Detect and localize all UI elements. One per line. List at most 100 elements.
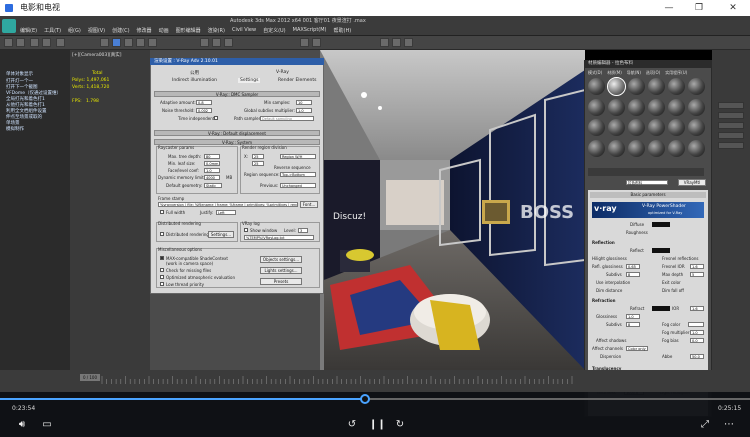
mat-menu-item[interactable]: 导航(N) xyxy=(627,70,641,76)
justify-dropdown[interactable]: Left xyxy=(216,210,236,215)
material-slot[interactable] xyxy=(688,98,705,116)
dist-checkbox[interactable] xyxy=(160,232,164,236)
command-panel-button[interactable] xyxy=(718,102,744,109)
noise-threshold-field[interactable]: 0.002 xyxy=(196,108,212,113)
time-independent-checkbox[interactable] xyxy=(214,116,218,120)
angle-snap-icon[interactable] xyxy=(212,38,221,47)
material-slot[interactable] xyxy=(648,78,665,95)
low-thread-checkbox[interactable] xyxy=(160,282,164,286)
tab-vray[interactable]: V-Ray xyxy=(276,70,289,75)
max-logo-icon[interactable] xyxy=(2,19,16,33)
material-editor-icon[interactable] xyxy=(380,38,389,47)
frame-stamp-field[interactable]: %vrayversion | file: %filename | frame: … xyxy=(158,202,298,207)
optimized-atmo-checkbox[interactable] xyxy=(160,275,164,279)
fresnel-ior-field[interactable]: 1.6 xyxy=(690,264,704,269)
lights-settings-button[interactable]: Lights settings... xyxy=(260,267,302,274)
rewind-10-icon[interactable]: ↺ xyxy=(345,419,359,431)
mat-menu-item[interactable]: 模式(D) xyxy=(588,70,602,76)
path-sampler-dropdown[interactable]: Default sampling xyxy=(260,116,314,121)
material-slot[interactable] xyxy=(608,119,625,136)
menu-graph-editors[interactable]: 图形编辑器 xyxy=(176,27,201,35)
percent-snap-icon[interactable] xyxy=(224,38,233,47)
fog-bias-field[interactable]: 0.0 xyxy=(690,338,704,343)
max-depth-field[interactable]: 5 xyxy=(690,272,704,277)
material-slot[interactable] xyxy=(648,119,665,136)
subdivs-field[interactable]: 8 xyxy=(626,272,640,277)
material-slot[interactable] xyxy=(688,119,705,136)
objects-settings-button[interactable]: Objects settings... xyxy=(260,256,302,263)
max-compat-checkbox[interactable] xyxy=(160,256,164,260)
select-region-icon[interactable] xyxy=(112,38,121,47)
tab-render-elements[interactable]: Render Elements xyxy=(278,78,316,83)
material-slot[interactable] xyxy=(628,119,645,136)
material-slot[interactable] xyxy=(608,98,625,116)
menu-edit[interactable]: 编辑(E) xyxy=(20,27,37,35)
align-icon[interactable] xyxy=(312,38,321,47)
menu-maxscript[interactable]: MAXScript(M) xyxy=(293,27,327,35)
command-panel-button[interactable] xyxy=(718,122,744,129)
region-mode-dropdown[interactable]: Region W/H xyxy=(280,154,316,159)
material-slot[interactable] xyxy=(588,98,605,116)
region-x-field[interactable]: 25 xyxy=(252,154,264,159)
abbe-field[interactable]: 50.0 xyxy=(690,354,704,359)
material-slot[interactable] xyxy=(688,78,705,95)
region-y-field[interactable]: 25 xyxy=(252,161,264,166)
material-slot[interactable] xyxy=(648,139,665,157)
select-icon[interactable] xyxy=(100,38,109,47)
menu-views[interactable]: 视图(V) xyxy=(88,27,105,35)
mat-menu-item[interactable]: 材质(M) xyxy=(607,70,622,76)
dyn-mem-field[interactable]: 4000 xyxy=(204,175,220,180)
pause-icon[interactable]: ❙❙ xyxy=(369,419,386,431)
left-item[interactable]: 单体对象显示 xyxy=(6,71,33,77)
fullscreen-icon[interactable]: ⤢ xyxy=(698,419,712,431)
link-icon[interactable] xyxy=(30,38,39,47)
region-sequence-dropdown[interactable]: Top->Bottom xyxy=(280,172,316,177)
dmc-sampler-header[interactable]: V-Ray:: DMC Sampler xyxy=(154,91,320,97)
glossiness-field[interactable]: 1.0 xyxy=(626,314,640,319)
min-samples-field[interactable]: 10 xyxy=(296,100,312,105)
menu-group[interactable]: 组(G) xyxy=(68,27,81,35)
menu-tools[interactable]: 工具(T) xyxy=(44,27,61,35)
volume-icon[interactable]: 🔊︎ xyxy=(15,419,29,431)
ior-field[interactable]: 1.6 xyxy=(690,306,704,311)
material-slot[interactable] xyxy=(648,98,665,116)
material-slot[interactable] xyxy=(628,78,645,95)
forward-30-icon[interactable]: ↻ xyxy=(393,419,407,431)
move-icon[interactable] xyxy=(124,38,133,47)
timeline-ruler[interactable] xyxy=(100,376,580,384)
minimize-button[interactable]: — xyxy=(660,0,678,16)
command-panel-button[interactable] xyxy=(718,112,744,119)
close-button[interactable]: ✕ xyxy=(724,0,742,16)
default-geometry-dropdown[interactable]: Static xyxy=(204,183,222,188)
rotate-icon[interactable] xyxy=(136,38,145,47)
font-button[interactable]: Font... xyxy=(300,201,318,208)
dist-settings-button[interactable]: Settings... xyxy=(208,231,234,238)
previous-dropdown[interactable]: Unchanged xyxy=(280,183,316,188)
snap-icon[interactable] xyxy=(200,38,209,47)
left-item[interactable]: 模拟制作 xyxy=(6,126,24,132)
presets-button[interactable]: Presets xyxy=(260,278,302,285)
render-setup-icon[interactable] xyxy=(392,38,401,47)
menu-rendering[interactable]: 渲染(R) xyxy=(208,27,225,35)
mat-menu-item[interactable]: 选项(O) xyxy=(646,70,660,76)
render-icon[interactable] xyxy=(404,38,413,47)
fog-color-swatch[interactable] xyxy=(688,322,704,327)
menu-animation[interactable]: 动画 xyxy=(159,27,169,35)
tab-settings[interactable]: Settings xyxy=(238,78,261,83)
more-icon[interactable]: ⋯ xyxy=(722,419,736,431)
show-window-checkbox[interactable] xyxy=(244,228,248,232)
material-slot[interactable] xyxy=(628,98,645,116)
reflect-color-swatch[interactable] xyxy=(652,248,670,253)
menu-modifiers[interactable]: 修改器 xyxy=(137,27,152,35)
mat-menu-item[interactable]: 实用程序(U) xyxy=(665,70,687,76)
viewport-label[interactable]: [+][Camera003][真实] xyxy=(72,52,122,58)
select-filter-icon[interactable] xyxy=(56,38,65,47)
subtitles-icon[interactable]: ▭ xyxy=(40,419,54,431)
material-type-button[interactable]: VRayMtl xyxy=(678,179,706,186)
menu-create[interactable]: 创建(C) xyxy=(112,27,129,35)
tab-indirect[interactable]: Indirect illumination xyxy=(172,78,217,83)
redo-icon[interactable] xyxy=(16,38,25,47)
command-panel-button[interactable] xyxy=(718,132,744,139)
undo-icon[interactable] xyxy=(4,38,13,47)
affect-channels-dropdown[interactable]: Color only xyxy=(626,346,648,351)
